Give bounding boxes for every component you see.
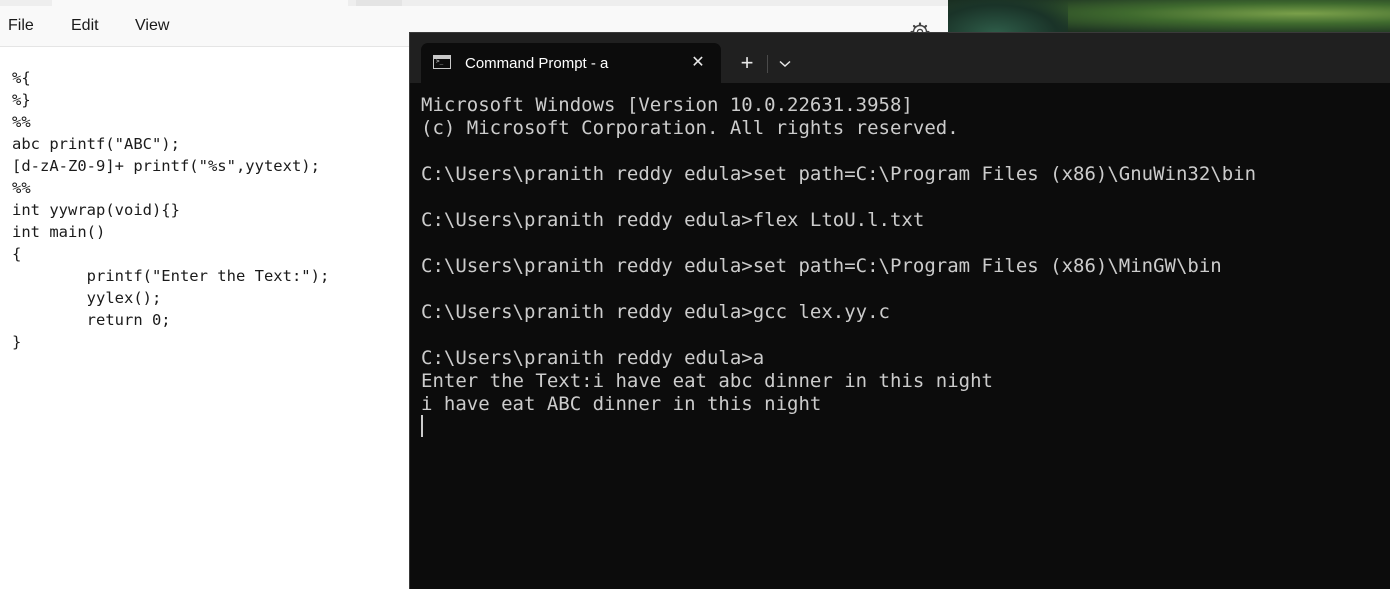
chevron-down-icon[interactable]: [774, 53, 796, 75]
terminal-output: Microsoft Windows [Version 10.0.22631.39…: [421, 94, 1257, 415]
menu-file[interactable]: File: [8, 17, 34, 35]
titlebar-divider: [767, 55, 768, 73]
terminal-icon: [433, 55, 451, 69]
command-prompt-window: Command Prompt - a ✕ + Microsoft Windows…: [409, 32, 1390, 589]
source-code[interactable]: %{ %} %% abc printf("ABC"); [d-zA-Z0-9]+…: [12, 67, 329, 353]
close-tab-icon[interactable]: ✕: [687, 52, 709, 74]
new-tab-button[interactable]: +: [735, 52, 759, 75]
terminal-titlebar[interactable]: Command Prompt - a ✕ +: [410, 33, 1390, 83]
text-cursor: [421, 415, 423, 437]
terminal-output-area[interactable]: Microsoft Windows [Version 10.0.22631.39…: [410, 83, 1390, 589]
desktop-wallpaper: [948, 0, 1390, 34]
terminal-tab[interactable]: Command Prompt - a ✕: [421, 43, 721, 83]
menu-view[interactable]: View: [135, 17, 169, 35]
menu-edit[interactable]: Edit: [71, 17, 99, 35]
terminal-tab-title: Command Prompt - a: [465, 55, 609, 72]
